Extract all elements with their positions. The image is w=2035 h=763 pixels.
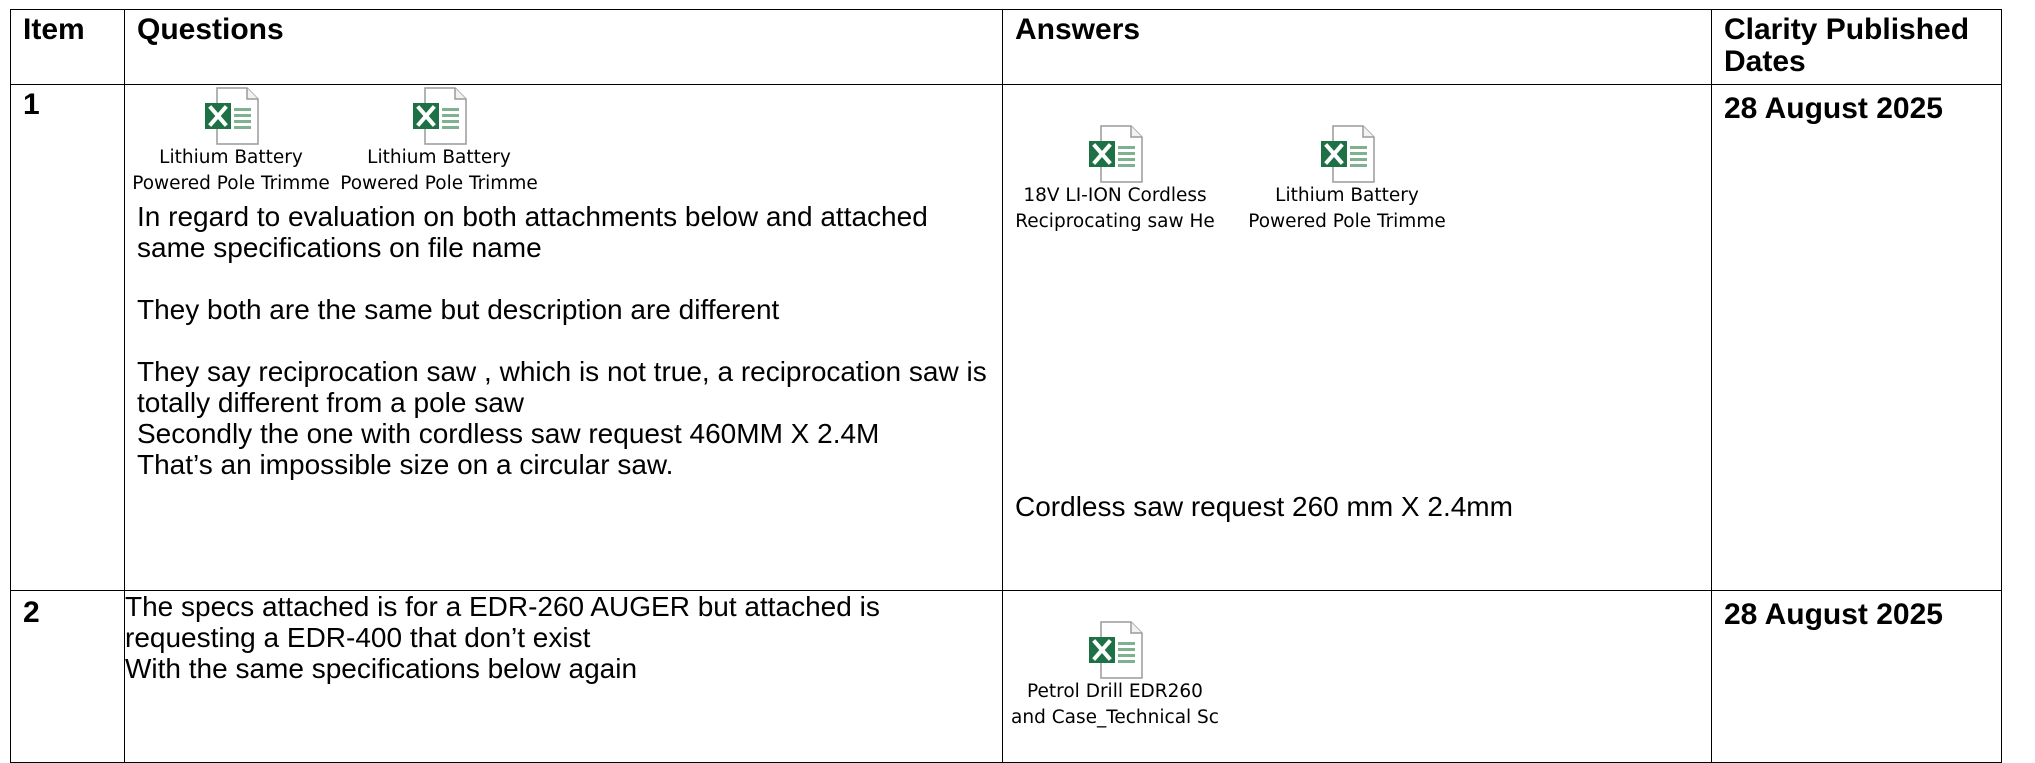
answer-text: Cordless saw request 260 mm X 2.4mm: [1015, 491, 1513, 522]
attachment-label: Lithium Battery: [159, 147, 303, 168]
header-questions: Questions: [124, 9, 1003, 85]
excel-file-icon: [1087, 125, 1143, 183]
question-paragraph: They both are the same but description a…: [137, 294, 780, 325]
question-text: In regard to evaluation on both attachme…: [125, 201, 1002, 480]
question-paragraph: Secondly the one with cordless saw reque…: [137, 418, 880, 449]
header-answers: Answers: [1002, 9, 1712, 85]
answer-cell: 18V LI-ION Cordless Reciprocating saw He…: [1002, 84, 1712, 591]
attachment[interactable]: 18V LI-ION Cordless Reciprocating saw He: [1011, 125, 1219, 235]
attachment-label: Powered Pole Trimme: [132, 173, 330, 194]
excel-file-icon: [203, 87, 259, 145]
answer-attachments: 18V LI-ION Cordless Reciprocating saw He…: [1011, 125, 1711, 235]
attachment-label: Lithium Battery: [367, 147, 511, 168]
question-paragraph: In regard to evaluation on both attachme…: [137, 201, 928, 263]
attachment-label: and Case_Technical Sc: [1011, 707, 1219, 728]
question-cell: The specs attached is for a EDR-260 AUGE…: [124, 590, 1003, 763]
attachment[interactable]: Lithium Battery Powered Pole Trimme: [127, 87, 335, 197]
excel-file-icon: [1087, 621, 1143, 679]
attachment[interactable]: Petrol Drill EDR260 and Case_Technical S…: [1011, 621, 1219, 731]
published-date: 28 August 2025: [1711, 590, 2002, 763]
item-number: 1: [10, 84, 125, 591]
excel-file-icon: [1319, 125, 1375, 183]
clarification-table: Item Questions Answers Clarity Published…: [10, 9, 2002, 763]
table-row: 1 Lithium Battery Powered Pole Trimme Li…: [10, 84, 2002, 591]
attachment-label: Petrol Drill EDR260: [1027, 681, 1203, 702]
header-item: Item: [10, 9, 125, 85]
attachment-label: Lithium Battery: [1275, 185, 1419, 206]
answer-attachments: Petrol Drill EDR260 and Case_Technical S…: [1011, 621, 1711, 731]
header-row: Item Questions Answers Clarity Published…: [10, 9, 2002, 85]
table-row: 2 The specs attached is for a EDR-260 AU…: [10, 590, 2002, 763]
item-number: 2: [10, 590, 125, 763]
question-text: The specs attached is for a EDR-260 AUGE…: [125, 591, 1002, 684]
published-date: 28 August 2025: [1711, 84, 2002, 591]
question-paragraph: That’s an impossible size on a circular …: [137, 449, 674, 480]
attachment-label: Reciprocating saw He: [1015, 211, 1215, 232]
header-dates: Clarity Published Dates: [1711, 9, 2002, 85]
question-attachments: Lithium Battery Powered Pole Trimme Lith…: [127, 87, 1002, 197]
attachment[interactable]: Lithium Battery Powered Pole Trimme: [1243, 125, 1451, 235]
attachment-label: 18V LI-ION Cordless: [1023, 185, 1207, 206]
question-paragraph: With the same specifications below again: [125, 653, 638, 684]
question-cell: Lithium Battery Powered Pole Trimme Lith…: [124, 84, 1003, 591]
question-paragraph: The specs attached is for a EDR-260 AUGE…: [125, 591, 880, 653]
excel-file-icon: [411, 87, 467, 145]
attachment-label: Powered Pole Trimme: [340, 173, 538, 194]
question-paragraph: They say reciprocation saw , which is no…: [137, 356, 987, 418]
answer-cell: Petrol Drill EDR260 and Case_Technical S…: [1002, 590, 1712, 763]
attachment-label: Powered Pole Trimme: [1248, 211, 1446, 232]
attachment[interactable]: Lithium Battery Powered Pole Trimme: [335, 87, 543, 197]
